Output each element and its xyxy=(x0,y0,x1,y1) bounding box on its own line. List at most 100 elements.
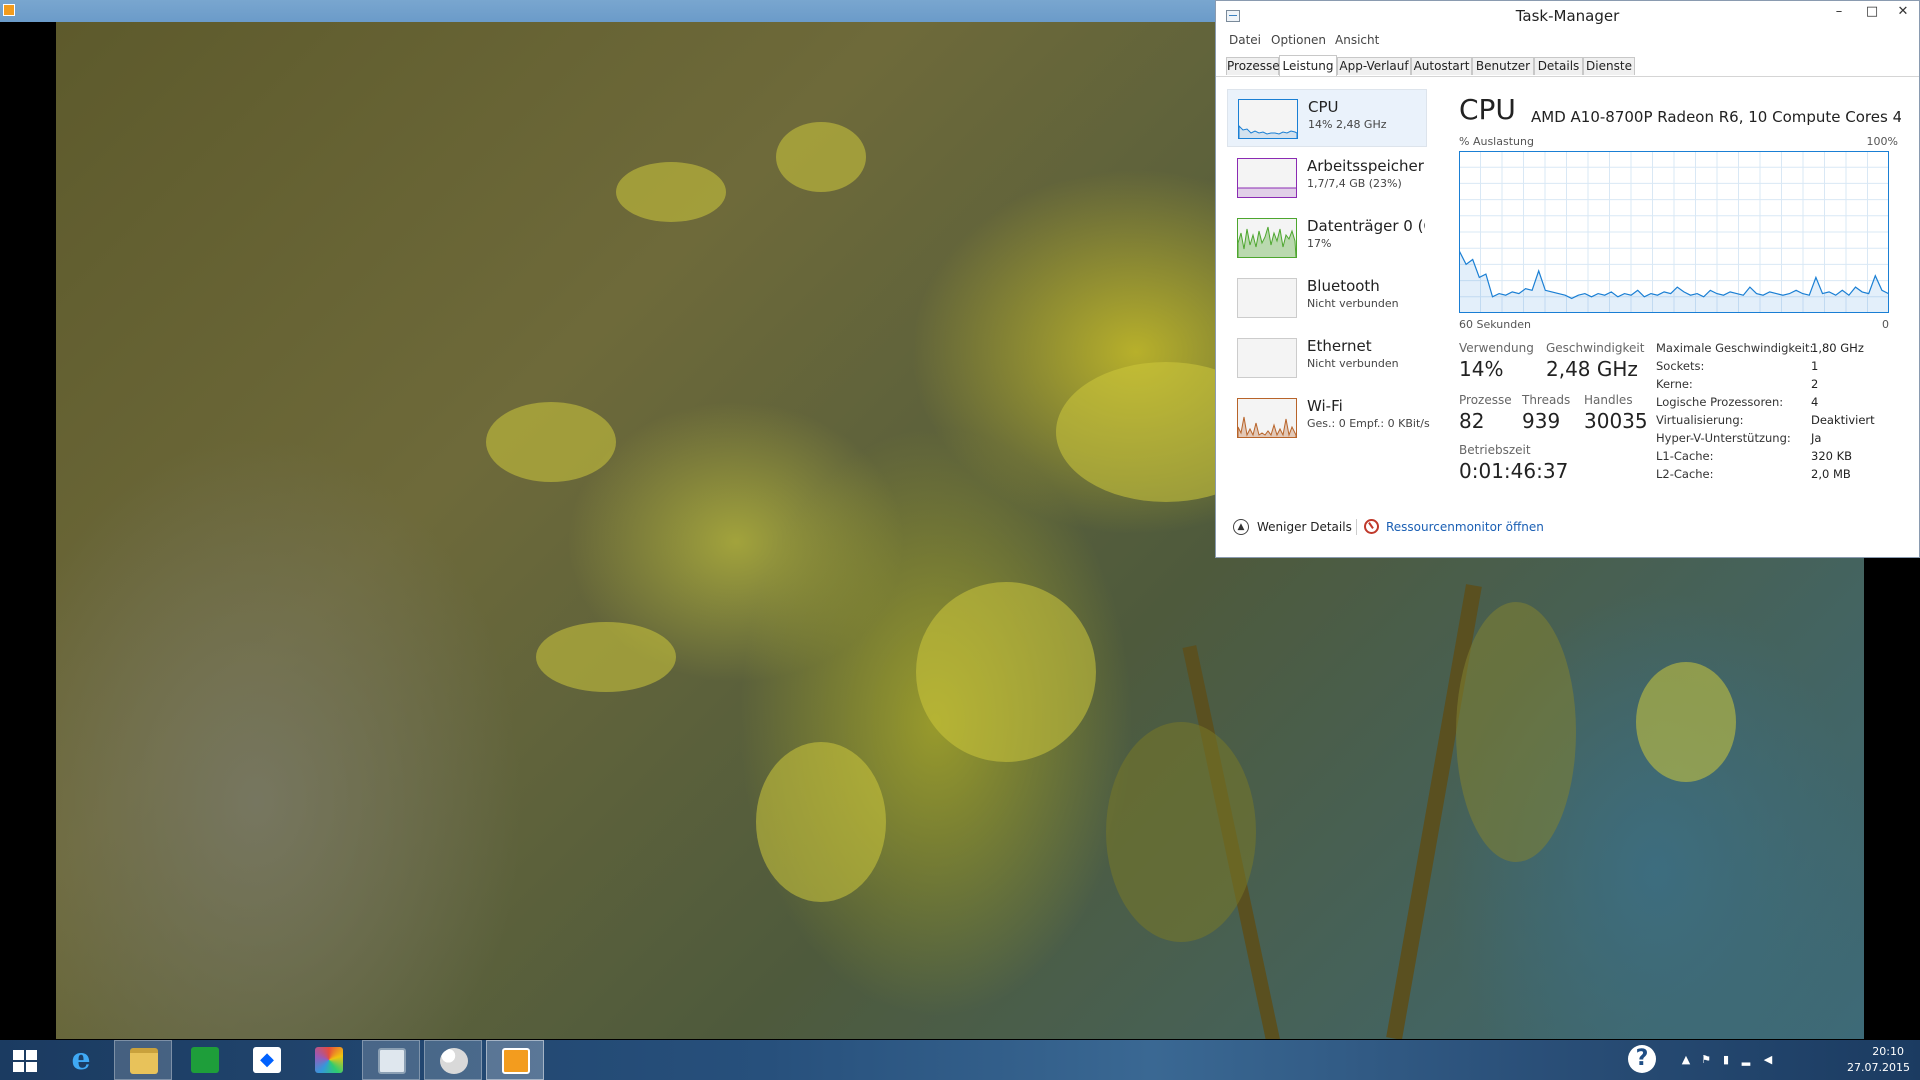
sidebar-item-ethernet[interactable]: Ethernet Nicht verbunden xyxy=(1227,329,1427,387)
menu-bar: Datei Optionen Ansicht xyxy=(1216,32,1919,50)
bluetooth-thumbnail xyxy=(1237,278,1297,318)
resource-monitor-link[interactable]: Ressourcenmonitor öffnen xyxy=(1386,520,1544,534)
tab-leistung[interactable]: Leistung xyxy=(1279,55,1337,76)
taskbar-video-player[interactable] xyxy=(486,1040,544,1080)
sidebar-item-value: Nicht verbunden xyxy=(1307,297,1399,310)
title-bar[interactable]: Task-Manager – □ ✕ xyxy=(1216,1,1919,31)
clock-date[interactable]: 27.07.2015 xyxy=(1847,1061,1910,1074)
graph-y-max: 100% xyxy=(1866,135,1898,148)
taskbar-paint[interactable] xyxy=(424,1040,482,1080)
sidebar-item-cpu[interactable]: CPU 14% 2,48 GHz xyxy=(1227,89,1427,147)
spec-value: 1,80 GHz xyxy=(1811,341,1864,355)
taskbar-task-manager[interactable] xyxy=(362,1040,420,1080)
help-icon[interactable]: ? xyxy=(1628,1045,1656,1073)
taskbar-dropbox[interactable]: ◆ xyxy=(238,1040,296,1080)
tab-details[interactable]: Details xyxy=(1534,57,1583,75)
wifi-signal-icon[interactable]: ▂ xyxy=(1740,1054,1752,1066)
leaf-shape xyxy=(916,582,1096,762)
fewer-details-link[interactable]: Weniger Details xyxy=(1257,520,1352,534)
spec-value: 2 xyxy=(1811,377,1819,391)
battery-icon[interactable]: ▮ xyxy=(1720,1054,1732,1066)
spec-value: 2,0 MB xyxy=(1811,467,1851,481)
handles-label: Handles xyxy=(1584,393,1633,407)
graph-y-label: % Auslastung xyxy=(1459,135,1534,148)
speed-value: 2,48 GHz xyxy=(1546,357,1638,381)
chevron-up-icon[interactable]: ▲ xyxy=(1680,1054,1692,1066)
folder-icon xyxy=(130,1048,158,1074)
sidebar-item-memory[interactable]: Arbeitsspeicher 1,7/7,4 GB (23%) xyxy=(1227,149,1427,207)
resource-monitor-icon[interactable] xyxy=(1364,519,1379,534)
taskbar-windows-store[interactable] xyxy=(176,1040,234,1080)
chevron-up-icon[interactable]: ▲ xyxy=(1233,519,1249,535)
threads-value: 939 xyxy=(1522,409,1561,433)
menu-optionen[interactable]: Optionen xyxy=(1271,33,1326,47)
sidebar-item-disk[interactable]: Datenträger 0 (C: D 17% xyxy=(1227,209,1427,267)
start-button[interactable] xyxy=(0,1040,58,1080)
taskbar-media-app[interactable] xyxy=(300,1040,358,1080)
dropbox-icon: ◆ xyxy=(253,1047,281,1073)
spec-label: Kerne: xyxy=(1656,377,1693,391)
uptime-label: Betriebszeit xyxy=(1459,443,1531,457)
memory-thumbnail xyxy=(1237,158,1297,198)
tab-autostart[interactable]: Autostart xyxy=(1411,57,1472,75)
sidebar-item-value: 17% xyxy=(1307,237,1332,250)
spec-value: 4 xyxy=(1811,395,1819,409)
tab-benutzer[interactable]: Benutzer xyxy=(1472,57,1534,75)
action-center-flag-icon[interactable]: ⚑ xyxy=(1700,1054,1712,1066)
graph-x-label: 60 Sekunden xyxy=(1459,318,1531,331)
spec-value: 320 KB xyxy=(1811,449,1853,463)
page-title: CPU xyxy=(1459,93,1516,126)
internet-explorer-icon: e xyxy=(71,1042,91,1077)
processes-label: Prozesse xyxy=(1459,393,1512,407)
menu-ansicht[interactable]: Ansicht xyxy=(1335,33,1379,47)
close-button[interactable]: ✕ xyxy=(1888,1,1918,23)
leaf-shape xyxy=(776,122,866,192)
tab-prozesse[interactable]: Prozesse xyxy=(1226,57,1280,75)
sidebar-item-wifi[interactable]: Wi-Fi Ges.: 0 Empf.: 0 KBit/s xyxy=(1227,389,1430,447)
usage-label: Verwendung xyxy=(1459,341,1534,355)
spec-value: 1 xyxy=(1811,359,1819,373)
sidebar-item-label: Arbeitsspeicher xyxy=(1307,157,1424,175)
menu-datei[interactable]: Datei xyxy=(1229,33,1261,47)
leaf-shape xyxy=(1456,602,1576,862)
task-manager-window[interactable]: Task-Manager – □ ✕ Datei Optionen Ansich… xyxy=(1215,0,1920,558)
processes-value: 82 xyxy=(1459,409,1485,433)
paint-palette-icon xyxy=(440,1048,468,1074)
tab-app-verlauf[interactable]: App-Verlauf xyxy=(1337,57,1411,75)
taskbar: e ◆ ? ▲ ⚑ ▮ ▂ ◀ 20:10 27.07.2015 xyxy=(0,1040,1920,1080)
spec-label: Hyper-V-Unterstützung: xyxy=(1656,431,1791,445)
clock-time[interactable]: 20:10 xyxy=(1872,1045,1904,1058)
store-icon xyxy=(191,1047,219,1073)
maximize-button[interactable]: □ xyxy=(1857,1,1887,23)
performance-sidebar: CPU 14% 2,48 GHz Arbeitsspeicher 1,7/7,4… xyxy=(1227,89,1430,489)
footer-divider xyxy=(1356,519,1357,535)
sidebar-item-value: 14% 2,48 GHz xyxy=(1308,118,1387,131)
video-app-icon xyxy=(3,4,15,16)
sidebar-item-bluetooth[interactable]: Bluetooth Nicht verbunden xyxy=(1227,269,1427,327)
task-manager-footer: ▲ Weniger Details Ressourcenmonitor öffn… xyxy=(1216,514,1919,544)
spec-value: Ja xyxy=(1811,431,1822,445)
leaf-shape xyxy=(1636,662,1736,782)
windows-logo-icon xyxy=(13,1050,37,1072)
system-tray: ? ▲ ⚑ ▮ ▂ ◀ 20:10 27.07.2015 xyxy=(1620,1040,1920,1080)
window-title: Task-Manager xyxy=(1515,7,1620,25)
sidebar-item-label: Bluetooth xyxy=(1307,277,1380,295)
taskbar-internet-explorer[interactable]: e xyxy=(52,1040,110,1080)
taskbar-file-explorer[interactable] xyxy=(114,1040,172,1080)
sidebar-item-value: Ges.: 0 Empf.: 0 KBit/s xyxy=(1307,417,1430,430)
ethernet-thumbnail xyxy=(1237,338,1297,378)
minimize-button[interactable]: – xyxy=(1824,1,1854,23)
leaf-shape xyxy=(486,402,616,482)
usage-value: 14% xyxy=(1459,357,1504,381)
tab-dienste[interactable]: Dienste xyxy=(1583,57,1635,75)
sidebar-item-label: CPU xyxy=(1308,98,1339,116)
volume-icon[interactable]: ◀ xyxy=(1762,1054,1774,1066)
leaf-shape xyxy=(536,622,676,692)
task-manager-icon xyxy=(378,1048,406,1074)
cpu-model-name: AMD A10-8700P Radeon R6, 10 Compute Core… xyxy=(1531,108,1901,126)
cpu-usage-graph xyxy=(1459,151,1889,313)
threads-label: Threads xyxy=(1522,393,1571,407)
sidebar-item-value: 1,7/7,4 GB (23%) xyxy=(1307,177,1402,190)
cpu-thumbnail xyxy=(1238,99,1298,139)
color-wheel-icon xyxy=(315,1047,343,1073)
